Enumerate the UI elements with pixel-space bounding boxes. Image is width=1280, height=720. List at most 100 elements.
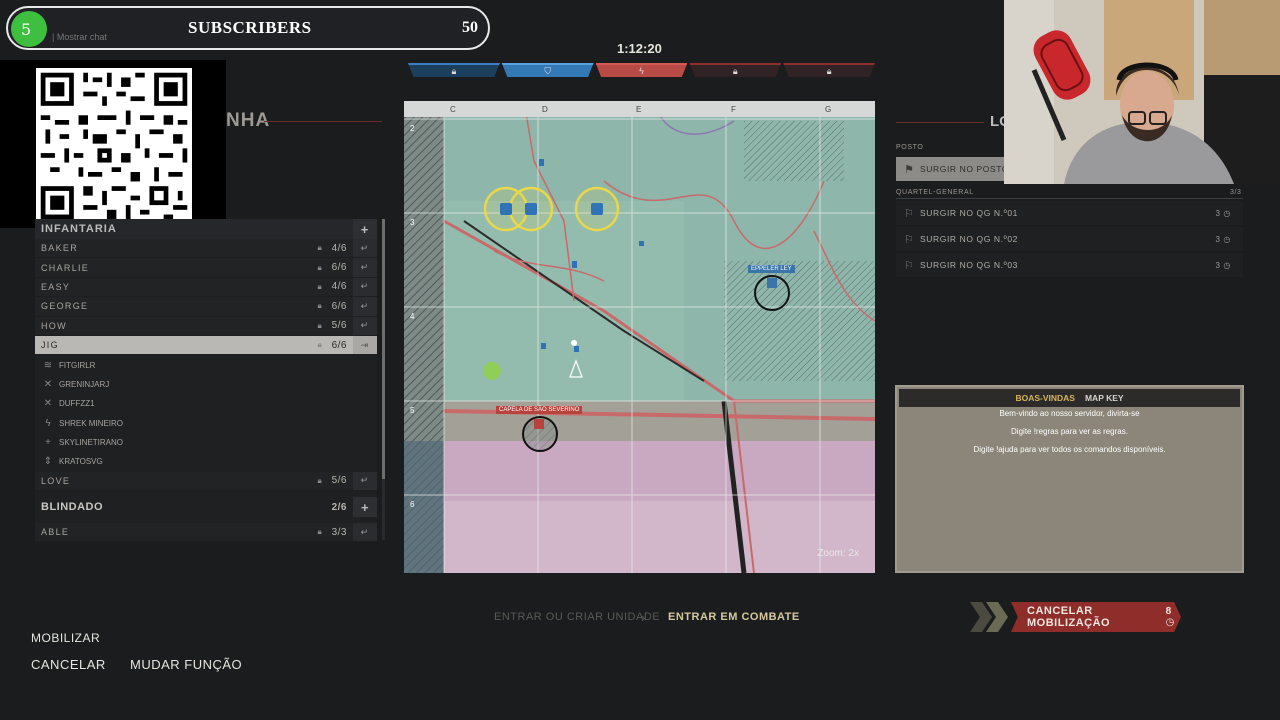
lock-icon: 🔒︎ (317, 527, 323, 537)
spawn-option-hq-3[interactable]: ⚐ SURGIR NO QG N.º03 3 ◷ (896, 253, 1243, 277)
map-row-label: 2 (410, 124, 415, 133)
post-section-label: POSTO (896, 144, 924, 151)
leave-unit-button[interactable]: ⇥ (353, 335, 377, 355)
cancel-button[interactable]: CANCELAR (31, 657, 106, 672)
member-row[interactable]: ⇕ KRATOSVG (35, 452, 377, 472)
divider (896, 198, 1243, 199)
subscriber-count: 50 (462, 19, 478, 36)
unit-name: JIG (41, 340, 59, 351)
member-name: SKYLINETIRANO (59, 438, 124, 448)
match-timer: 1:12:20 (617, 41, 662, 56)
unit-count: 6/6 (331, 300, 347, 312)
unit-row-charlie[interactable]: CHARLIE 🔒︎ 6/6 ↵ (35, 258, 377, 278)
spawn-timer: 3 ◷ (1216, 261, 1231, 270)
hq-section-label: QUARTEL-GENERAL (896, 189, 974, 196)
bolt-icon: ϟ (45, 417, 51, 429)
unit-count: 5/6 (331, 320, 347, 332)
unit-name: CHARLIE (41, 262, 90, 273)
chat-panel: BOAS-VINDAS MAP KEY Bem-vindo ao nosso s… (895, 385, 1244, 573)
armor-header: BLINDADO 2/6 + (35, 491, 377, 524)
step-create-unit[interactable]: ENTRAR OU CRIAR UNIDADE (494, 611, 660, 623)
member-name: SHREK MINEIRO (59, 418, 124, 428)
spawn-option-hq-1[interactable]: ⚐ SURGIR NO QG N.º01 3 ◷ (896, 201, 1243, 225)
unit-row-george[interactable]: GEORGE 🔒︎ 6/6 ↵ (35, 297, 377, 317)
map-zoom-label: Zoom: 2x (817, 548, 859, 559)
join-unit-button[interactable]: ↵ (353, 471, 377, 491)
join-unit-button[interactable]: ↵ (353, 316, 377, 335)
member-row[interactable]: ✕ GRENINJARJ (35, 374, 377, 395)
crossed-swords-icon: ✕ (43, 378, 53, 390)
lock-icon: 🔒︎ (317, 320, 323, 330)
join-unit-button[interactable]: ↵ (353, 277, 377, 297)
lock-icon: 🔒︎ (451, 65, 457, 76)
spawn-option-hq-2[interactable]: ⚐ SURGIR NO QG N.º02 3 ◷ (896, 227, 1243, 251)
member-row[interactable]: ≋ FITGIRLR (35, 355, 377, 375)
map-row-label: 6 (410, 500, 415, 509)
support-icon: ⇕ (43, 456, 53, 468)
map-column-label: F (731, 105, 736, 114)
unit-count: 4/6 (331, 281, 347, 293)
unit-row-able[interactable]: ABLE 🔒︎ 3/3 ↵ (35, 523, 377, 543)
spawn-option-label: SURGIR NO QG N.º01 (920, 208, 1018, 218)
map-row-label: 4 (410, 312, 415, 321)
objective-segment: 🔒︎ (408, 63, 500, 77)
subscriber-title: SUBSCRIBERS (188, 18, 312, 37)
unit-row-love[interactable]: LOVE 🔒︎ 5/6 ↵ (35, 471, 377, 492)
unit-name: EASY (41, 281, 71, 292)
flag-icon: ⚐ (904, 207, 915, 220)
join-unit-button[interactable]: ↵ (353, 523, 377, 542)
chat-message: Digite !regras para ver as regras. (1011, 427, 1128, 436)
objective-segment: 🔒︎ (689, 63, 782, 77)
change-role-button[interactable]: MUDAR FUNÇÃO (130, 657, 242, 672)
map-canvas (404, 101, 875, 573)
spawn-timer-value: 3 (1215, 234, 1221, 244)
map-point-label[interactable]: EPPELER LEY (748, 265, 795, 273)
qr-code-overlay (0, 60, 226, 228)
add-armor-unit-button[interactable]: + (353, 497, 377, 518)
map-point-label[interactable]: CAPELA DE SÃO SEVERINO (496, 406, 583, 414)
tab-welcome[interactable]: BOAS-VINDAS (1015, 393, 1075, 403)
join-unit-button[interactable]: ↵ (353, 239, 377, 258)
member-row[interactable]: ϟ SHREK MINEIRO (35, 413, 377, 433)
subscriber-level: 5 (21, 19, 32, 39)
member-row[interactable]: ✕ DUFFZZ1 (35, 394, 377, 414)
unit-count: 5/6 (331, 475, 347, 487)
tab-map-key[interactable]: MAP KEY (1085, 393, 1124, 403)
objective-segment: ϟ (595, 63, 688, 77)
flag-icon: ⚐ (904, 259, 915, 272)
unit-row-baker[interactable]: BAKER 🔒︎ 4/6 ↵ (35, 239, 377, 259)
member-name: FITGIRLR (59, 360, 96, 370)
divider (264, 121, 382, 122)
step-enter-combat[interactable]: ENTRAR EM COMBATE (668, 611, 800, 623)
join-unit-button[interactable]: ↵ (353, 258, 377, 277)
bolt-icon: ϟ (639, 66, 644, 76)
map-column-label: C (450, 105, 456, 114)
unit-list-scroll-thumb[interactable] (382, 219, 385, 479)
member-row[interactable]: + SKYLINETIRANO (35, 432, 377, 453)
chat-tabs: BOAS-VINDAS MAP KEY (899, 389, 1240, 407)
chevrons-icon (970, 602, 1008, 632)
unit-row-how[interactable]: HOW 🔒︎ 5/6 ↵ (35, 316, 377, 336)
lock-icon: 🔒︎ (317, 475, 323, 485)
join-unit-button[interactable]: ↵ (353, 297, 377, 316)
armor-count: 2/6 (331, 501, 347, 513)
unit-name: ABLE (41, 527, 70, 538)
map-row-label: 5 (410, 406, 415, 415)
unit-count: 6/6 (331, 262, 347, 274)
unit-row-easy[interactable]: EASY 🔒︎ 4/6 ↵ (35, 277, 377, 298)
unit-list: INFANTARIA + BAKER 🔒︎ 4/6 ↵ CHARLIE 🔒︎ 6… (35, 219, 377, 543)
unit-name: HOW (41, 320, 67, 331)
unit-name: GEORGE (41, 301, 89, 312)
lock-icon: 🔒︎ (317, 340, 323, 350)
map-column-label: D (542, 105, 548, 114)
unit-row-jig[interactable]: JIG 🔒︎ 6/6 ⇥ (35, 335, 377, 356)
hq-count: 3/3 (1230, 189, 1242, 196)
tactical-map[interactable]: C D E F G 2 3 4 5 6 EPPELER LEY CAPELA D… (404, 101, 875, 573)
objective-bar: 🔒︎ ⛉ ϟ 🔒︎ 🔒︎ (408, 63, 875, 79)
spawn-timer-value: 3 (1215, 260, 1221, 270)
add-infantry-unit-button[interactable]: + (353, 219, 377, 239)
mobilize-label: MOBILIZAR (31, 631, 101, 645)
cancel-mobilization-button[interactable]: CANCELAR MOBILIZAÇÃO 8 ◷ (1011, 602, 1181, 632)
medic-cross-icon: + (45, 437, 51, 449)
member-name: DUFFZZ1 (59, 399, 95, 409)
